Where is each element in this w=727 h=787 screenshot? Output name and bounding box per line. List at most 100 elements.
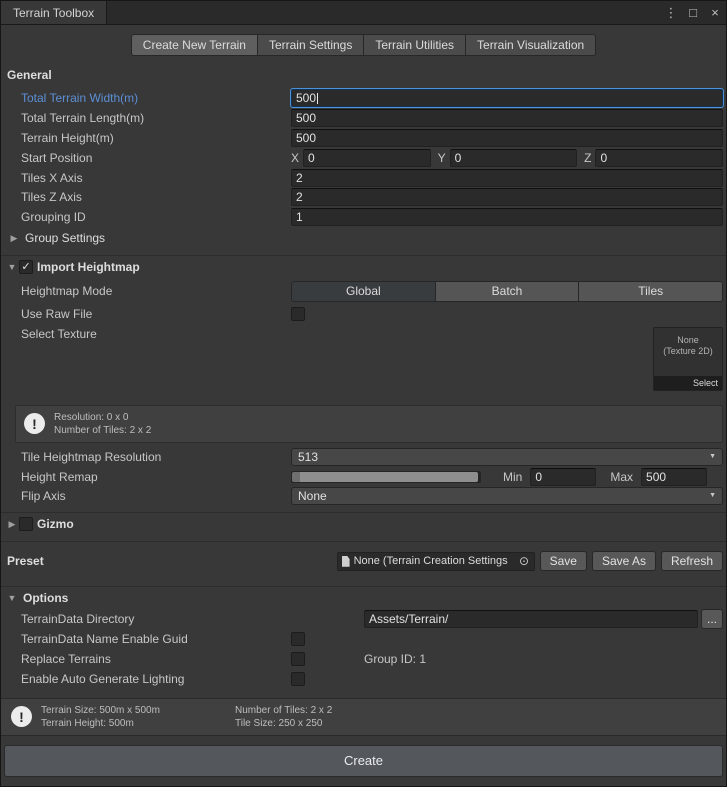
tiles-z-axis-label: Tiles Z Axis	[21, 190, 291, 204]
tab-terrain-settings[interactable]: Terrain Settings	[258, 34, 364, 56]
replace-terrains-checkbox[interactable]	[291, 652, 305, 666]
flip-axis-dropdown[interactable]: None ▼	[291, 487, 723, 505]
window-menu-icon[interactable]: ⋮	[660, 1, 682, 24]
object-picker-icon[interactable]: ⊙	[517, 554, 532, 568]
options-label: Options	[23, 591, 68, 605]
preset-label: Preset	[7, 554, 337, 568]
replace-terrains-row: Replace Terrains Group ID: 1	[1, 649, 726, 669]
use-raw-file-checkbox[interactable]	[291, 307, 305, 321]
save-as-button[interactable]: Save As	[592, 551, 656, 571]
terrain-toolbox-window: Terrain Toolbox ⋮ □ × Create New Terrain…	[0, 0, 727, 787]
summary-tiles-column: Number of Tiles: 2 x 2 Tile Size: 250 x …	[235, 704, 332, 730]
grouping-id-field[interactable]: 1	[291, 208, 723, 226]
start-position-row: Start Position X 0 Y 0 Z 0	[1, 148, 726, 168]
tab-terrain-utilities[interactable]: Terrain Utilities	[364, 34, 466, 56]
slider-min-handle[interactable]	[292, 472, 300, 482]
foldout-closed-icon: ▶	[5, 519, 19, 530]
general-section-header: General	[1, 56, 726, 88]
total-terrain-length-row: Total Terrain Length(m) 500	[1, 108, 726, 128]
terraindata-directory-row: TerrainData Directory Assets/Terrain/ ..…	[1, 609, 726, 629]
use-raw-file-row: Use Raw File	[1, 304, 726, 324]
create-button[interactable]: Create	[4, 745, 723, 777]
maximize-icon[interactable]: □	[682, 1, 704, 24]
height-remap-slider[interactable]	[291, 471, 481, 483]
flip-axis-row: Flip Axis None ▼	[1, 486, 726, 506]
foldout-open-icon: ▼	[5, 262, 19, 272]
start-position-label: Start Position	[21, 151, 291, 165]
terraindata-directory-label: TerrainData Directory	[21, 612, 291, 626]
start-position-y-field[interactable]: 0	[450, 149, 578, 167]
window-tab-terrain-toolbox[interactable]: Terrain Toolbox	[1, 1, 107, 24]
terrain-summary-box: ! Terrain Size: 500m x 500m Terrain Heig…	[1, 698, 726, 736]
check-icon: ✓	[21, 262, 30, 273]
flip-axis-label: Flip Axis	[21, 489, 291, 503]
start-position-z-field[interactable]: 0	[595, 149, 723, 167]
tiles-x-axis-row: Tiles X Axis 2	[1, 168, 726, 188]
close-icon[interactable]: ×	[704, 1, 726, 24]
options-foldout[interactable]: ▼ Options	[1, 587, 726, 609]
import-heightmap-checkbox[interactable]: ✓	[19, 260, 33, 274]
gizmo-foldout[interactable]: ▶ Gizmo	[1, 513, 726, 535]
tile-heightmap-resolution-label: Tile Heightmap Resolution	[21, 450, 291, 464]
heightmap-mode-global-button[interactable]: Global	[291, 281, 436, 302]
auto-generate-lighting-checkbox[interactable]	[291, 672, 305, 686]
browse-button[interactable]: ...	[701, 609, 723, 629]
total-terrain-length-field[interactable]: 500	[291, 109, 723, 127]
tiles-z-axis-row: Tiles Z Axis 2	[1, 188, 726, 208]
texture-none-text: None (Texture 2D)	[654, 328, 722, 357]
total-terrain-length-label: Total Terrain Length(m)	[21, 111, 291, 125]
axis-x-label: X	[291, 151, 299, 165]
select-texture-label: Select Texture	[21, 327, 291, 341]
select-texture-row: Select Texture None (Texture 2D) Select	[1, 324, 726, 397]
axis-y-label: Y	[438, 151, 446, 165]
save-button[interactable]: Save	[540, 551, 587, 571]
terraindata-name-guid-checkbox[interactable]	[291, 632, 305, 646]
start-position-x-field[interactable]: 0	[303, 149, 431, 167]
tiles-x-axis-field[interactable]: 2	[291, 169, 723, 187]
slider-fill[interactable]	[300, 472, 478, 482]
terrain-height-label: Terrain Height(m)	[21, 131, 291, 145]
main-tab-bar: Create New Terrain Terrain Settings Terr…	[1, 34, 726, 56]
titlebar-spacer	[107, 1, 660, 24]
info-icon: !	[24, 413, 45, 434]
refresh-button[interactable]: Refresh	[661, 551, 723, 571]
import-heightmap-label: Import Heightmap	[37, 260, 140, 274]
preset-object-field[interactable]: None (Terrain Creation Settings ⊙	[337, 552, 535, 571]
terraindata-directory-field[interactable]: Assets/Terrain/	[364, 610, 698, 628]
gizmo-label: Gizmo	[37, 517, 74, 531]
gizmo-checkbox[interactable]	[19, 517, 33, 531]
tab-create-new-terrain[interactable]: Create New Terrain	[131, 34, 258, 56]
preset-row: Preset None (Terrain Creation Settings ⊙…	[1, 542, 726, 580]
tile-heightmap-resolution-dropdown[interactable]: 513 ▼	[291, 448, 723, 466]
title-bar: Terrain Toolbox ⋮ □ ×	[1, 1, 726, 25]
height-remap-max-field[interactable]: 500	[641, 468, 707, 486]
total-terrain-width-row: Total Terrain Width(m) 500	[1, 88, 726, 108]
total-terrain-width-field[interactable]: 500	[291, 89, 723, 107]
texture-object-picker[interactable]: None (Texture 2D) Select	[653, 327, 723, 391]
info-icon: !	[11, 706, 32, 727]
chevron-down-icon: ▼	[709, 488, 716, 504]
heightmap-mode-label: Heightmap Mode	[21, 284, 176, 298]
texture-select-button[interactable]: Select	[654, 376, 722, 390]
grouping-id-label: Grouping ID	[21, 210, 291, 224]
height-remap-label: Height Remap	[21, 470, 291, 484]
heightmap-mode-batch-button[interactable]: Batch	[436, 281, 580, 302]
tab-terrain-visualization[interactable]: Terrain Visualization	[466, 34, 596, 56]
terraindata-directory-content: Assets/Terrain/ ...	[291, 609, 723, 629]
use-raw-file-label: Use Raw File	[21, 307, 291, 321]
replace-terrains-label: Replace Terrains	[21, 652, 291, 666]
foldout-open-icon: ▼	[5, 593, 19, 603]
import-heightmap-foldout[interactable]: ▼ ✓ Import Heightmap	[1, 256, 726, 278]
auto-generate-lighting-row: Enable Auto Generate Lighting	[1, 669, 726, 689]
height-remap-min-label: Min	[503, 470, 522, 484]
terraindata-name-guid-row: TerrainData Name Enable Guid	[1, 629, 726, 649]
height-remap-min-field[interactable]: 0	[530, 468, 596, 486]
resolution-info-box: ! Resolution: 0 x 0 Number of Tiles: 2 x…	[15, 405, 723, 443]
heightmap-mode-tiles-button[interactable]: Tiles	[579, 281, 723, 302]
group-settings-foldout[interactable]: ▶ Group Settings	[1, 227, 726, 249]
tiles-z-axis-field[interactable]: 2	[291, 188, 723, 206]
terrain-height-field[interactable]: 500	[291, 129, 723, 147]
resolution-info-text: Resolution: 0 x 0 Number of Tiles: 2 x 2	[54, 411, 151, 437]
foldout-closed-icon: ▶	[7, 233, 21, 244]
tile-heightmap-resolution-row: Tile Heightmap Resolution 513 ▼	[1, 447, 726, 467]
